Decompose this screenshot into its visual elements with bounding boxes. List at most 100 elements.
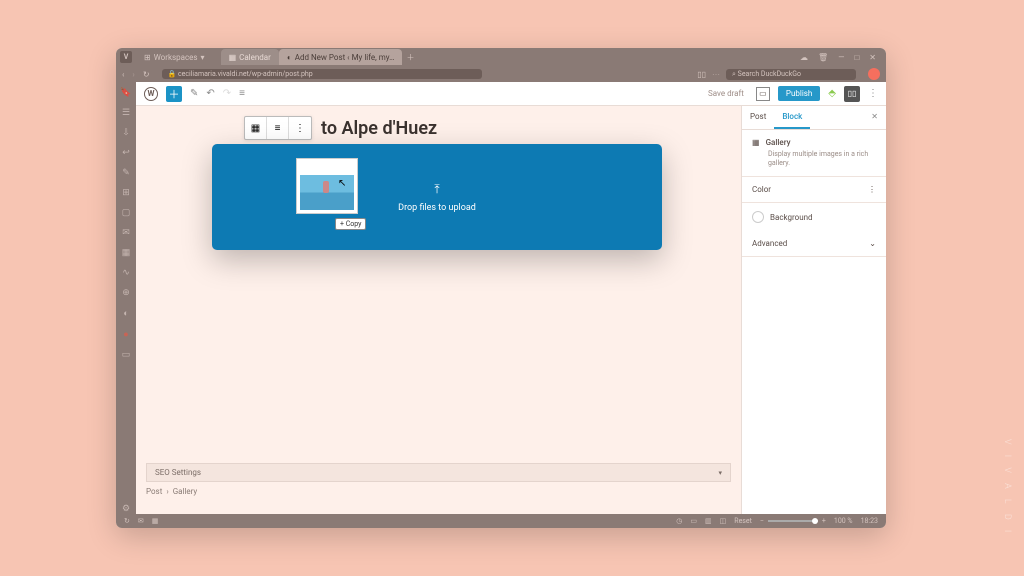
zoom-in-button[interactable]: +	[822, 517, 826, 525]
reset-zoom-button[interactable]: Reset	[734, 517, 752, 525]
trash-icon[interactable]: 🗑	[818, 53, 828, 62]
seo-settings-bar[interactable]: SEO Settings ▾	[146, 463, 731, 482]
maximize-button[interactable]: □	[854, 53, 859, 62]
browser-window: V ⊞ Workspaces ▾ ▦ Calendar ◐ Add New Po…	[116, 48, 886, 528]
zoom-percent: 100 %	[834, 517, 853, 525]
page-content: W ＋ ✎ ↶ ↷ ≡ Save draft ▭ Publish ⬘ ▯▯ ⋮ …	[136, 82, 886, 514]
vivaldi-logo-icon[interactable]: V	[120, 51, 132, 63]
settings-toggle-button[interactable]: ▯▯	[844, 86, 860, 102]
reload-button[interactable]: ↻	[143, 70, 150, 79]
gallery-icon: ▦	[752, 138, 760, 147]
block-options-button[interactable]: ⋮	[289, 117, 311, 139]
jetpack-icon[interactable]: ⬘	[828, 88, 836, 99]
color-panel-label: Color	[752, 185, 771, 194]
lock-icon: 🔒	[168, 70, 177, 78]
zoom-slider[interactable]	[768, 520, 818, 522]
forward-button[interactable]: ›	[132, 70, 134, 79]
qr-icon[interactable]: ⋯	[712, 70, 720, 79]
reader-icon[interactable]: ▯▯	[697, 70, 706, 79]
sessions-icon[interactable]: ▭	[122, 350, 131, 360]
calendar-status-icon[interactable]: ▦	[152, 517, 159, 525]
zoom-control[interactable]: − +	[760, 517, 826, 525]
wp-toolbar: W ＋ ✎ ↶ ↷ ≡ Save draft ▭ Publish ⬘ ▯▯ ⋮	[136, 82, 886, 106]
color-swatch	[752, 211, 764, 223]
address-bar: ‹ › ↻ 🔒 ceciliamaria.vivaldi.net/wp-admi…	[116, 66, 886, 82]
close-button[interactable]: ✕	[869, 53, 876, 62]
redo-button[interactable]: ↷	[223, 88, 231, 99]
chevron-down-icon: ▾	[201, 53, 205, 62]
block-breadcrumb[interactable]: Post › Gallery	[146, 487, 197, 496]
titlebar: V ⊞ Workspaces ▾ ▦ Calendar ◐ Add New Po…	[116, 48, 886, 66]
window-icon[interactable]: ▢	[122, 208, 131, 218]
vivaldi-watermark: V I V A L D I	[1002, 439, 1012, 536]
back-button[interactable]: ‹	[122, 70, 124, 79]
preview-button[interactable]: ▭	[756, 87, 770, 101]
workspaces-button[interactable]: ⊞ Workspaces ▾	[138, 51, 211, 64]
tab-wordpress[interactable]: ◐ Add New Post ‹ My life, my…	[279, 49, 403, 65]
translate-icon[interactable]: ⊞	[122, 188, 130, 198]
add-block-button[interactable]: ＋	[166, 86, 182, 102]
calendar-panel-icon[interactable]: ▦	[122, 248, 131, 258]
workspace-icon: ⊞	[144, 53, 151, 62]
edit-icon[interactable]: ✎	[190, 88, 198, 99]
tab-strip: ▦ Calendar ◐ Add New Post ‹ My life, my……	[221, 49, 419, 65]
status-bar: ↻ ✉ ▦ ◷ ▭ ▥ ◫ Reset − + 100 % 18:23	[116, 514, 886, 528]
clock-icon[interactable]: ◷	[676, 517, 682, 525]
align-button[interactable]: ≡	[267, 117, 289, 139]
color-background-row[interactable]: Background	[742, 203, 886, 231]
block-toolbar: ▦ ≡ ⋮	[244, 116, 312, 140]
url-field[interactable]: 🔒 ceciliamaria.vivaldi.net/wp-admin/post…	[162, 69, 482, 79]
dragged-image-thumbnail[interactable]	[296, 158, 358, 214]
tab-post[interactable]: Post	[742, 106, 774, 129]
wordpress-logo-icon[interactable]: W	[144, 87, 158, 101]
notes-icon[interactable]: ✎	[122, 168, 130, 178]
calendar-icon: ▦	[229, 53, 237, 62]
sync-icon[interactable]: ↻	[124, 517, 130, 525]
cloud-icon[interactable]: ☁	[800, 53, 808, 62]
chat-icon[interactable]: ●	[123, 329, 128, 340]
copy-badge: + Copy	[335, 218, 366, 230]
minimize-button[interactable]: —	[838, 53, 844, 62]
bookmarks-icon[interactable]: 🔖	[120, 88, 131, 98]
tab-block[interactable]: Block	[774, 106, 810, 129]
outline-button[interactable]: ≡	[239, 88, 245, 99]
editor-canvas[interactable]: ▦ ≡ ⋮ to Alpe d'Huez ⤒ Drop files to upl…	[136, 106, 741, 514]
contacts-icon[interactable]: ◐	[123, 308, 128, 319]
toggle-images-icon[interactable]: ◫	[720, 517, 727, 525]
chevron-down-icon: ▾	[718, 469, 722, 477]
undo-button[interactable]: ↶	[206, 88, 214, 99]
settings-icon[interactable]: ⚙	[122, 504, 130, 514]
block-description: Display multiple images in a rich galler…	[768, 150, 876, 168]
options-button[interactable]: ⋮	[868, 88, 878, 99]
zoom-out-button[interactable]: −	[760, 517, 764, 525]
feeds-icon[interactable]: ∿	[122, 268, 130, 278]
publish-button[interactable]: Publish	[778, 86, 820, 101]
downloads-icon[interactable]: ⇩	[122, 128, 130, 138]
window-controls: ☁ 🗑 — □ ✕	[800, 53, 882, 62]
workspaces-label: Workspaces	[154, 53, 198, 62]
profile-avatar[interactable]	[868, 68, 880, 80]
chevron-down-icon: ⌄	[869, 239, 876, 248]
reading-list-icon[interactable]: ☰	[122, 108, 130, 118]
history-icon[interactable]: ↩	[122, 148, 130, 158]
screenshot-icon[interactable]: ▭	[690, 517, 697, 525]
tasks-icon[interactable]: ⊕	[122, 288, 130, 298]
close-sidebar-button[interactable]: ✕	[863, 106, 886, 129]
tiling-icon[interactable]: ▥	[705, 517, 712, 525]
panel-bar: 🔖 ☰ ⇩ ↩ ✎ ⊞ ▢ ✉ ▦ ∿ ⊕ ◐ ● ▭ ⚙	[116, 82, 136, 514]
mail-icon[interactable]: ✉	[122, 228, 130, 238]
new-tab-button[interactable]: ＋	[402, 49, 418, 65]
advanced-panel-header[interactable]: Advanced ⌄	[742, 231, 886, 257]
settings-sidebar: Post Block ✕ ▦ Gallery Display multiple …	[741, 106, 886, 514]
tab-calendar[interactable]: ▦ Calendar	[221, 49, 279, 65]
mail-status-icon[interactable]: ✉	[138, 517, 144, 525]
block-type-icon[interactable]: ▦	[245, 117, 267, 139]
clock-time: 18:23	[861, 517, 878, 525]
search-field[interactable]: ⌕ Search DuckDuckGo	[726, 69, 856, 80]
upload-icon: ⤒	[434, 182, 439, 197]
save-draft-button[interactable]: Save draft	[708, 89, 744, 98]
post-title-partial: to Alpe d'Huez	[321, 118, 437, 139]
gallery-dropzone[interactable]: ⤒ Drop files to upload	[212, 144, 662, 250]
color-more-icon[interactable]: ⋮	[868, 185, 876, 194]
drop-label: Drop files to upload	[398, 203, 476, 213]
